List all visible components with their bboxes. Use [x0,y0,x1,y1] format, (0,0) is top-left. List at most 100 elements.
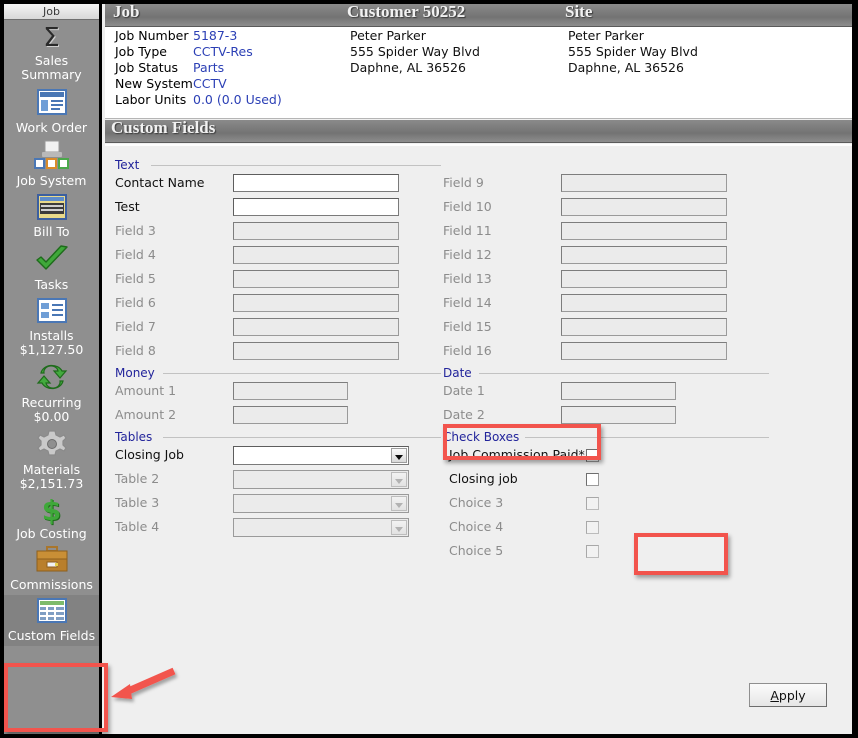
group-header-tables: Tables [115,430,441,444]
text-field-label: Field 14 [443,295,492,310]
sidebar-item-installs[interactable]: Installs $1,127.50 [4,295,99,360]
text-field-label: Field 5 [115,271,156,286]
sidebar-item-work-order[interactable]: Work Order [4,85,99,138]
job-summary-header-bar: Job Customer 50252 Site [105,4,852,27]
green-check-icon [34,244,70,277]
text-field-input [233,222,399,240]
job-field-row: Job Type CCTV-Res [115,44,282,60]
checkbox-input[interactable] [586,473,599,486]
money-field-input [233,382,348,400]
job-field-row: Job Status Parts [115,60,282,76]
sidebar-item-label: Work Order [15,120,88,135]
job-field-value[interactable]: 0.0 (0.0 Used) [193,92,282,107]
sidebar-item-bill-to[interactable]: Bill To [4,191,99,242]
job-field-value[interactable]: CCTV-Res [193,44,253,59]
job-field-key: Job Status [115,60,179,75]
money-field-input [233,406,348,424]
navigation-sidebar: Job Σ Sales Summary Work Order Job System Bi… [4,4,102,734]
custom-fields-header-bar: Custom Fields [105,118,852,143]
group-label-date: Date [443,366,477,380]
text-field-input [561,294,727,312]
job-field-key: New System [115,76,193,91]
customer-header-label: Customer 50252 [347,4,466,21]
group-rule-tables [163,437,441,438]
sidebar-item-materials[interactable]: Materials $2,151.73 [4,427,99,494]
chevron-down-icon[interactable] [391,496,407,511]
sidebar-tab-job[interactable]: Job [4,4,99,20]
text-field-input [561,342,727,360]
job-field-key: Job Type [115,44,167,59]
chevron-down-icon[interactable] [391,448,407,463]
job-summary-strip: Job Customer 50252 Site Job Number 5187-3… [105,4,852,119]
sidebar-item-tasks[interactable]: Tasks [4,242,99,295]
text-field-label: Field 11 [443,223,492,238]
text-field-input [561,318,727,336]
application-window: Job Σ Sales Summary Work Order Job System Bi… [0,0,858,738]
text-field-label: Field 12 [443,247,492,262]
apply-button[interactable]: Apply [749,683,827,707]
installs-icon [35,297,69,328]
sidebar-item-job-costing[interactable]: $ Job Costing [4,494,99,544]
sidebar-item-label: Job Costing [16,526,87,541]
customer-address-block: Peter Parker 555 Spider Way Blvd Daphne, A… [350,28,480,76]
sidebar-item-job-system[interactable]: Job System [4,138,99,191]
table-grid-icon [4,597,99,628]
text-field-label: Test [115,199,140,214]
job-system-icon [4,140,99,173]
job-field-value[interactable]: Parts [193,60,224,75]
group-rule-money [163,373,441,374]
sidebar-item-label: Commissions [10,577,93,592]
checkbox-label: Job Commission Paid* [449,447,585,462]
sidebar-item-label: Job System [16,173,87,188]
text-field-label: Field 7 [115,319,156,334]
job-field-key: Labor Units [115,92,187,107]
sidebar-item-amount: $1,127.50 [19,342,84,357]
job-field-row: Job Number 5187-3 [115,28,282,44]
sidebar-item-list: Σ Sales Summary Work Order Job System Bill T… [4,21,99,646]
job-field-row: Labor Units 0.0 (0.0 Used) [115,92,282,108]
text-field-input[interactable] [233,198,399,216]
job-field-value[interactable]: 5187-3 [193,28,237,43]
group-label-money: Money [115,366,160,380]
checkbox-input [586,545,599,558]
table-field-dropdown [233,494,409,513]
text-field-input [233,318,399,336]
sidebar-item-sales-summary[interactable]: Σ Sales Summary [4,21,99,85]
group-header-date: Date [443,366,769,380]
table-field-label: Table 4 [115,519,160,534]
sidebar-item-commissions[interactable]: Commissions [4,544,99,595]
text-field-label: Field 6 [115,295,156,310]
gear-icon [4,429,99,462]
site-address-line: Daphne, AL 36526 [568,60,684,75]
text-field-input [561,246,727,264]
date-field-label: Date 2 [443,407,485,422]
checkbox-input[interactable] [586,449,599,462]
sidebar-item-label: Tasks [34,277,69,292]
briefcase-icon [4,546,99,577]
sidebar-item-label: Custom Fields [7,628,96,643]
bill-to-icon [35,193,69,224]
site-address-block: Peter Parker 555 Spider Way Blvd Daphne, A… [568,28,698,76]
group-label-tables: Tables [115,430,158,444]
table-field-label: Closing Job [115,447,184,462]
group-header-text: Text [115,158,441,172]
job-field-value[interactable]: CCTV [193,76,227,91]
dollar-sign-icon: $ [41,494,62,527]
sidebar-item-custom-fields[interactable]: Custom Fields [4,595,99,646]
text-field-input[interactable] [233,174,399,192]
sidebar-item-recurring[interactable]: Recurring $0.00 [4,360,99,427]
text-field-input [233,270,399,288]
table-field-dropdown[interactable] [233,446,409,465]
text-field-input [561,270,727,288]
customer-address-line: Daphne, AL 36526 [350,60,466,75]
sigma-icon: Σ [4,23,99,53]
chevron-down-icon[interactable] [391,472,407,487]
date-field-input [561,406,676,424]
group-rule-checkboxes [525,437,769,438]
group-label-text: Text [115,158,145,172]
custom-fields-title: Custom Fields [111,118,216,137]
checkbox-label: Choice 5 [449,543,504,558]
group-rule-date [479,373,769,374]
chevron-down-icon[interactable] [391,520,407,535]
checkbox-label: Closing job [449,471,518,486]
